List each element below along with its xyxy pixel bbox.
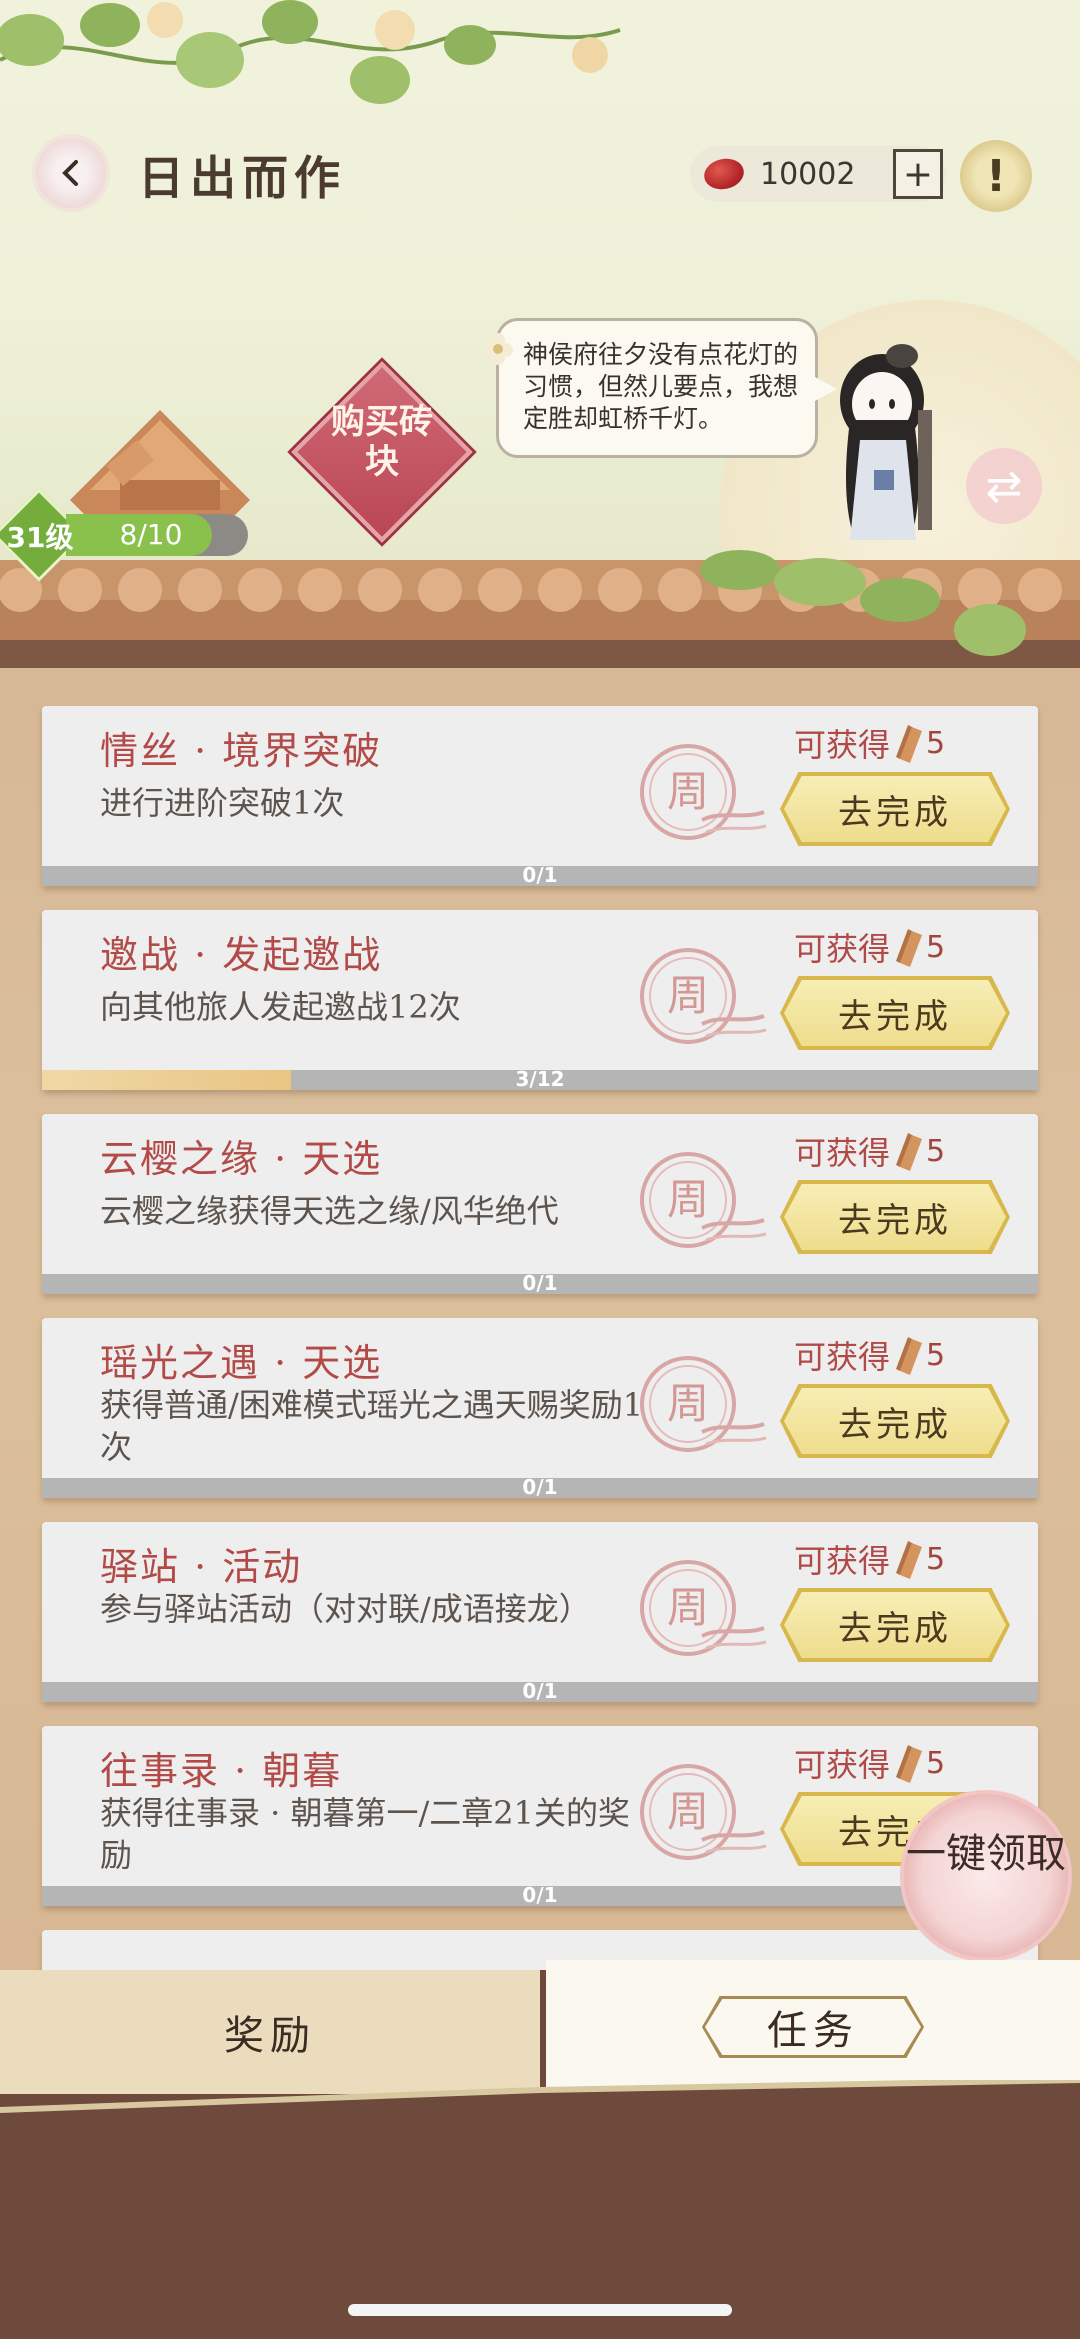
level-progress-text: 8/10 — [119, 518, 183, 551]
claim-all-label[interactable]: 一键领取 — [904, 1830, 1068, 1878]
task-reward: 可获得 5 — [794, 1536, 945, 1582]
task-title: 云樱之缘 · 天选 — [100, 1137, 383, 1181]
buy-bricks-label[interactable]: 购买砖块 — [318, 402, 446, 482]
reward-label: 可获得 — [794, 930, 891, 968]
weekly-seal-icon: 周 — [640, 1560, 767, 1656]
task-card: 往事录 · 朝暮 获得往事录 · 朝暮第一/二章21关的奖励 周 可获得 5 去… — [42, 1726, 1038, 1907]
task-description: 进行进阶突破1次 — [100, 784, 345, 822]
task-title: 往事录 · 朝暮 — [100, 1749, 343, 1793]
red-bean-icon — [701, 155, 747, 193]
reward-value: 5 — [926, 1541, 946, 1577]
task-progress-text: 0/1 — [522, 1475, 558, 1499]
brick-icon — [896, 929, 923, 967]
page-title: 日出而作 — [138, 151, 346, 205]
flower-icon — [483, 333, 513, 365]
weekly-seal-icon: 周 — [640, 1152, 767, 1248]
task-description: 云樱之缘获得天选之缘/风华绝代 — [100, 1192, 559, 1230]
brick-icon — [896, 1745, 923, 1783]
chevron-left-icon — [62, 160, 78, 186]
task-list[interactable]: 情丝 · 境界突破 进行进阶突破1次 周 可获得 5 去完成 0/1 邀战 · … — [0, 668, 1080, 1970]
go-complete-button[interactable]: 去完成 — [784, 980, 1006, 1046]
tab-tasks-label[interactable]: 任务 — [705, 1999, 921, 2055]
tab-tasks[interactable]: 任务 — [546, 1960, 1080, 2094]
swap-button[interactable]: ⇄ — [966, 448, 1042, 524]
weekly-seal-icon: 周 — [640, 948, 767, 1044]
currency-value: 10002 — [760, 156, 856, 192]
task-description: 获得普通/困难模式瑶光之遇天赐奖励1次 — [100, 1386, 644, 1466]
go-complete-button[interactable]: 去完成 — [784, 1388, 1006, 1454]
task-reward: 可获得 5 — [794, 1128, 945, 1174]
home-indicator[interactable] — [348, 2304, 732, 2316]
task-card: 情丝 · 境界突破 进行进阶突破1次 周 可获得 5 去完成 0/1 — [42, 706, 1038, 887]
task-reward: 可获得 5 — [794, 1332, 945, 1378]
brick-icon — [896, 725, 923, 763]
reward-value: 5 — [926, 929, 946, 965]
go-complete-button[interactable]: 去完成 — [784, 776, 1006, 842]
bottom-wave-decoration — [0, 2080, 1080, 2130]
task-progress-text: 0/1 — [522, 1679, 558, 1703]
task-reward: 可获得 5 — [794, 924, 945, 970]
weekly-seal-icon: 周 — [640, 744, 767, 840]
task-progress-text: 3/12 — [515, 1067, 565, 1091]
task-title: 邀战 · 发起邀战 — [100, 933, 383, 977]
roof-tiles-decoration — [0, 550, 1080, 680]
task-progress-text: 0/1 — [522, 863, 558, 887]
reward-label: 可获得 — [794, 1134, 891, 1172]
task-description: 参与驿站活动（对对联/成语接龙） — [100, 1590, 591, 1628]
reward-label: 可获得 — [794, 1542, 891, 1580]
add-currency-button[interactable]: + — [893, 149, 943, 199]
brick-icon — [896, 1133, 923, 1171]
task-card: 邀战 · 发起邀战 向其他旅人发起邀战12次 周 可获得 5 去完成 3/12 — [42, 910, 1038, 1091]
task-progress-text: 0/1 — [522, 1271, 558, 1295]
task-title: 瑶光之遇 · 天选 — [100, 1341, 383, 1385]
weekly-seal-text: 周 — [667, 971, 709, 1020]
weekly-seal-text: 周 — [667, 1379, 709, 1428]
vine-decoration — [0, 0, 621, 104]
task-reward: 可获得 5 — [794, 720, 945, 766]
reward-value: 5 — [926, 725, 946, 761]
back-button[interactable] — [36, 138, 106, 208]
tab-rewards[interactable]: 奖励 — [0, 1970, 540, 2094]
weekly-seal-text: 周 — [667, 1175, 709, 1224]
character-avatar — [840, 344, 932, 540]
weekly-seal-icon: 周 — [640, 1764, 767, 1860]
brick-icon — [896, 1541, 923, 1579]
speech-text: 神侯府往夕没有点花灯的习惯，但然儿要点，我想定胜却虹桥千灯。 — [523, 340, 799, 433]
reward-value: 5 — [926, 1337, 946, 1373]
weekly-seal-icon: 周 — [640, 1356, 767, 1452]
weekly-seal-text: 周 — [667, 1787, 709, 1836]
task-card: 云樱之缘 · 天选 云樱之缘获得天选之缘/风华绝代 周 可获得 5 去完成 0/… — [42, 1114, 1038, 1295]
task-card: 瑶光之遇 · 天选 获得普通/困难模式瑶光之遇天赐奖励1次 周 可获得 5 去完… — [42, 1318, 1038, 1499]
brick-icon — [896, 1337, 923, 1375]
speech-bubble: 神侯府往夕没有点花灯的习惯，但然儿要点，我想定胜却虹桥千灯。 — [483, 318, 837, 458]
info-button[interactable]: ! — [960, 140, 1032, 212]
task-description: 获得往事录 · 朝暮第一/二章21关的奖励 — [100, 1794, 631, 1874]
weekly-seal-text: 周 — [667, 767, 709, 816]
reward-value: 5 — [926, 1133, 946, 1169]
reward-label: 可获得 — [794, 726, 891, 764]
brick-pile-image — [70, 410, 250, 520]
task-title: 情丝 · 境界突破 — [100, 729, 383, 773]
go-complete-button[interactable]: 去完成 — [784, 1184, 1006, 1250]
task-card: 驿站 · 活动 参与驿站活动（对对联/成语接龙） 周 可获得 5 去完成 0/1 — [42, 1522, 1038, 1703]
task-progress-text: 0/1 — [522, 1883, 558, 1907]
reward-value: 5 — [926, 1745, 946, 1781]
go-complete-button[interactable]: 去完成 — [784, 1592, 1006, 1658]
reward-label: 可获得 — [794, 1746, 891, 1784]
header-scene: 日出而作 10002 + ! 购买砖块 神侯府往夕没有点花灯的习惯，但然儿要点，… — [0, 0, 1080, 680]
reward-label: 可获得 — [794, 1338, 891, 1376]
bottom-tab-bar: 奖励 任务 — [0, 1960, 1080, 2094]
task-reward: 可获得 5 — [794, 1740, 945, 1786]
task-title: 驿站 · 活动 — [100, 1545, 303, 1589]
weekly-seal-text: 周 — [667, 1583, 709, 1632]
task-description: 向其他旅人发起邀战12次 — [100, 988, 461, 1026]
